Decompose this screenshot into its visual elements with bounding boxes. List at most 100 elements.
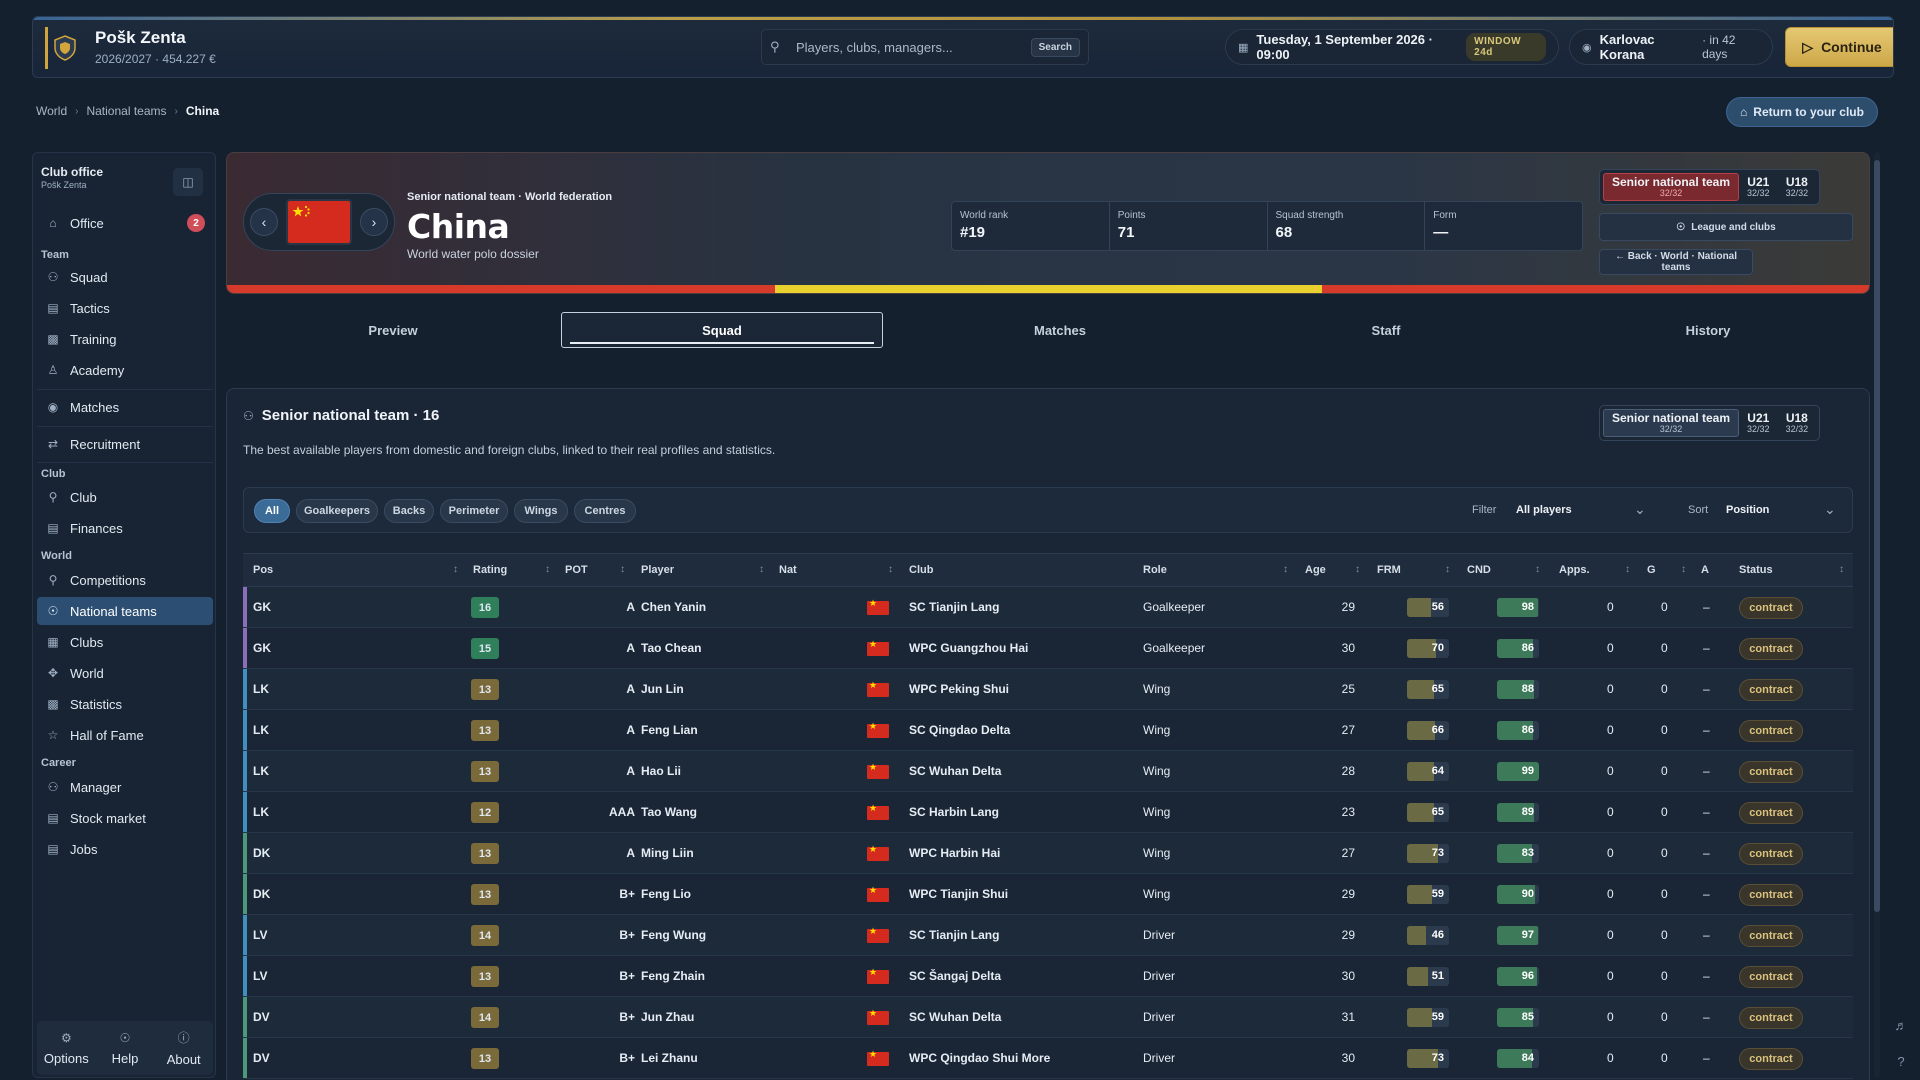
sidebar-item-recruitment[interactable]: ⇄ Recruitment <box>37 430 213 458</box>
status-badge[interactable]: contract <box>1739 966 1803 988</box>
status-badge[interactable]: contract <box>1739 597 1803 619</box>
table-row[interactable]: LV 14 B+ Feng Wung SC Tianjin Lang Driver 29 46… <box>243 915 1853 956</box>
team-option-u18[interactable]: U18 32/32 <box>1778 174 1817 200</box>
col-pot[interactable]: POT <box>565 564 588 576</box>
sidebar-item-office[interactable]: ⌂ Office 2 <box>37 209 213 237</box>
chevron-down-icon[interactable]: ⌄ <box>1634 501 1646 518</box>
table-row[interactable]: DV 13 B+ Lei Zhanu WPC Qingdao Shui More Driv… <box>243 1038 1853 1079</box>
sort-icon[interactable]: ↕ <box>759 564 764 575</box>
sidebar-item-squad[interactable]: ⚇ Squad <box>37 263 213 291</box>
sidebar-item-finances[interactable]: ▤ Finances <box>37 514 213 542</box>
cell-club[interactable]: SC Wuhan Delta <box>909 1010 1001 1024</box>
col-assists[interactable]: A <box>1701 564 1709 576</box>
col-status[interactable]: Status <box>1739 564 1773 576</box>
sidebar-item-hall-of-fame[interactable]: ☆ Hall of Fame <box>37 721 213 749</box>
table-row[interactable]: LK 12 AAA Tao Wang SC Harbin Lang Wing 23 65 89 0… <box>243 792 1853 833</box>
sort-icon[interactable]: ↕ <box>1445 564 1450 575</box>
sort-icon[interactable]: ↕ <box>1355 564 1360 575</box>
col-cnd[interactable]: CND <box>1467 564 1491 576</box>
cell-player[interactable]: Feng Lian <box>641 723 698 737</box>
cell-club[interactable]: SC Qingdao Delta <box>909 723 1010 737</box>
sidebar-item-manager[interactable]: ⚇ Manager <box>37 773 213 801</box>
sort-icon[interactable]: ↕ <box>1283 564 1288 575</box>
team-option-u18[interactable]: U18 32/32 <box>1778 410 1817 436</box>
sort-icon[interactable]: ↕ <box>1839 564 1844 575</box>
status-badge[interactable]: contract <box>1739 638 1803 660</box>
status-badge[interactable]: contract <box>1739 925 1803 947</box>
status-badge[interactable]: contract <box>1739 679 1803 701</box>
status-badge[interactable]: contract <box>1739 1048 1803 1070</box>
cell-club[interactable]: SC Wuhan Delta <box>909 764 1001 778</box>
sidebar-item-academy[interactable]: ♙ Academy <box>37 356 213 384</box>
cell-player[interactable]: Ming Liin <box>641 846 694 860</box>
options-button[interactable]: ⚙ Options <box>37 1021 96 1075</box>
status-badge[interactable]: contract <box>1739 802 1803 824</box>
cell-player[interactable]: Hao Lii <box>641 764 681 778</box>
cell-club[interactable]: WPC Qingdao Shui More <box>909 1051 1050 1065</box>
back-to-national-teams-button[interactable]: ← Back · World · National teams <box>1599 249 1753 275</box>
status-badge[interactable]: contract <box>1739 761 1803 783</box>
page-scrollbar-thumb[interactable] <box>1874 160 1880 912</box>
status-badge[interactable]: contract <box>1739 884 1803 906</box>
team-option-u21[interactable]: U21 32/32 <box>1739 174 1778 200</box>
cell-club[interactable]: WPC Harbin Hai <box>909 846 1000 860</box>
sidebar-item-statistics[interactable]: ▩ Statistics <box>37 690 213 718</box>
col-nat[interactable]: Nat <box>779 564 797 576</box>
table-row[interactable]: GK 15 A Tao Chean WPC Guangzhou Hai Goalkeepe… <box>243 628 1853 669</box>
cell-club[interactable]: SC Tianjin Lang <box>909 600 999 614</box>
cell-player[interactable]: Feng Wung <box>641 928 706 942</box>
table-row[interactable]: DK 13 B+ Feng Lio WPC Tianjin Shui Wing 29 59 90… <box>243 874 1853 915</box>
sort-icon[interactable]: ↕ <box>888 564 893 575</box>
sidebar-item-training[interactable]: ▩ Training <box>37 325 213 353</box>
sort-icon[interactable]: ↕ <box>453 564 458 575</box>
cell-player[interactable]: Feng Lio <box>641 887 691 901</box>
table-row[interactable]: DK 13 A Ming Liin WPC Harbin Hai Wing 27 73 83 0 0… <box>243 833 1853 874</box>
table-row[interactable]: DV 14 B+ Jun Zhau SC Wuhan Delta Driver 31 59 85… <box>243 997 1853 1038</box>
col-club[interactable]: Club <box>909 564 933 576</box>
cell-player[interactable]: Tao Wang <box>641 805 697 819</box>
sidebar-collapse-button[interactable]: ◫ <box>173 168 203 196</box>
breadcrumb-national-teams[interactable]: National teams <box>86 104 166 118</box>
sidebar-item-world[interactable]: ✥ World <box>37 659 213 687</box>
cell-club[interactable]: SC Šangaj Delta <box>909 969 1001 983</box>
help-icon[interactable]: ? <box>1890 1050 1912 1072</box>
col-age[interactable]: Age <box>1305 564 1326 576</box>
next-match[interactable]: ◉ Karlovac Korana · in 42 days <box>1569 29 1773 65</box>
tab-squad[interactable]: Squad <box>561 312 883 348</box>
sort-select[interactable]: Position <box>1726 504 1769 516</box>
sort-icon[interactable]: ↕ <box>545 564 550 575</box>
search-input[interactable] <box>786 39 1031 55</box>
cell-player[interactable]: Tao Chean <box>641 641 701 655</box>
about-button[interactable]: ⓘ About <box>154 1021 213 1075</box>
status-badge[interactable]: contract <box>1739 843 1803 865</box>
help-button[interactable]: ☉ Help <box>96 1021 155 1075</box>
sidebar-item-national-teams[interactable]: ☉ National teams <box>37 597 213 625</box>
col-frm[interactable]: FRM <box>1377 564 1401 576</box>
sidebar-item-jobs[interactable]: ▤ Jobs <box>37 835 213 863</box>
team-option-u21[interactable]: U21 32/32 <box>1739 410 1778 436</box>
team-option-senior[interactable]: Senior national team 32/32 <box>1603 173 1740 202</box>
table-row[interactable]: LK 13 A Feng Lian SC Qingdao Delta Wing 27 66 86… <box>243 710 1853 751</box>
sidebar-item-stock-market[interactable]: ▤ Stock market <box>37 804 213 832</box>
col-rating[interactable]: Rating <box>473 564 507 576</box>
cell-club[interactable]: SC Tianjin Lang <box>909 928 999 942</box>
volume-icon[interactable]: ♬ <box>1890 1014 1912 1036</box>
cell-player[interactable]: Lei Zhanu <box>641 1051 698 1065</box>
sidebar-item-matches[interactable]: ◉ Matches <box>37 393 213 421</box>
sort-icon[interactable]: ↕ <box>1681 564 1686 575</box>
cell-club[interactable]: SC Harbin Lang <box>909 805 999 819</box>
tab-preview[interactable]: Preview <box>226 312 560 348</box>
col-goals[interactable]: G <box>1647 564 1656 576</box>
sort-icon[interactable]: ↕ <box>1535 564 1540 575</box>
league-and-clubs-button[interactable]: ☉ League and clubs <box>1599 213 1853 241</box>
chip-perimeter[interactable]: Perimeter <box>440 499 508 523</box>
club-crest[interactable] <box>45 27 77 69</box>
tab-matches[interactable]: Matches <box>893 312 1227 348</box>
cell-club[interactable]: WPC Guangzhou Hai <box>909 641 1028 655</box>
col-apps[interactable]: Apps. <box>1559 564 1590 576</box>
sort-icon[interactable]: ↕ <box>620 564 625 575</box>
status-badge[interactable]: contract <box>1739 720 1803 742</box>
previous-country-button[interactable]: ‹ <box>250 208 278 236</box>
cell-player[interactable]: Chen Yanin <box>641 600 706 614</box>
tab-history[interactable]: History <box>1546 312 1870 348</box>
